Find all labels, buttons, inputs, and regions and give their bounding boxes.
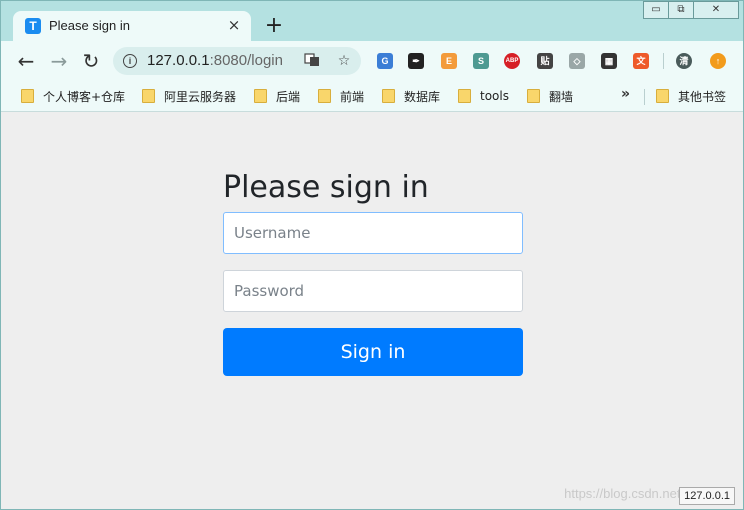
address-bar[interactable]: i 127.0.0.1:8080/login ☆	[113, 47, 361, 75]
tab-title: Please sign in	[49, 18, 130, 33]
page-content: Please sign in Sign in https://blog.csdn…	[1, 112, 743, 509]
bookmark-folder-aliyun[interactable]: 阿里云服务器	[142, 87, 236, 105]
folder-icon	[142, 89, 155, 103]
bookmark-folder-database[interactable]: 数据库	[382, 87, 440, 105]
tab-strip: T Please sign in × + ▭ ⧉ ✕	[1, 1, 743, 41]
translate-icon-svg	[304, 53, 319, 66]
adblock-plus-icon[interactable]: ABP	[504, 53, 520, 69]
bookmark-label: 前端	[340, 89, 365, 104]
tie-icon[interactable]: 贴	[537, 53, 553, 69]
qr-code-icon[interactable]: ▦	[601, 53, 617, 69]
folder-icon	[382, 89, 395, 103]
bookmark-label: 数据库	[404, 89, 441, 104]
folder-icon	[21, 89, 34, 103]
restore-button[interactable]: ⧉	[668, 1, 694, 19]
bookmark-folder-frontend[interactable]: 前端	[318, 87, 364, 105]
forward-button[interactable]: →	[48, 50, 70, 72]
bookmark-star-icon[interactable]: ☆	[335, 52, 353, 70]
bookmark-folder-other[interactable]: 其他书签	[656, 87, 726, 105]
minimize-button[interactable]: ▭	[643, 1, 669, 19]
folder-icon	[656, 89, 669, 103]
close-tab-icon[interactable]: ×	[225, 16, 243, 34]
translate-icon[interactable]	[303, 52, 321, 70]
close-window-button[interactable]: ✕	[693, 1, 739, 19]
google-translate-icon[interactable]: G	[377, 53, 393, 69]
folder-icon	[527, 89, 540, 103]
sign-in-form: Please sign in Sign in	[223, 168, 523, 376]
url-text[interactable]: 127.0.0.1:8080/login	[147, 52, 283, 69]
back-button[interactable]: ←	[15, 50, 37, 72]
url-host: 127.0.0.1	[147, 52, 210, 69]
bookmark-label: 其他书签	[678, 89, 727, 104]
sign-in-button[interactable]: Sign in	[223, 328, 523, 376]
bookmark-folder-vpn[interactable]: 翻墙	[527, 87, 573, 105]
info-icon[interactable]: i	[123, 54, 137, 68]
url-path: :8080/login	[209, 52, 283, 69]
browser-window: T Please sign in × + ▭ ⧉ ✕ ← → ↻ i 127.0…	[0, 0, 744, 510]
translate-zh-icon[interactable]: 文	[633, 53, 649, 69]
bookmark-folder-tools[interactable]: tools	[458, 87, 509, 105]
browser-toolbar: ← → ↻ i 127.0.0.1:8080/login ☆ G ✒ E S ABP 贴 ◇…	[1, 41, 743, 81]
s-icon[interactable]: S	[473, 53, 489, 69]
folder-icon	[318, 89, 331, 103]
bookmark-label: 阿里云服务器	[164, 89, 237, 104]
bookmarks-divider	[644, 89, 645, 105]
folder-icon	[458, 89, 471, 103]
bookmark-label: 后端	[276, 89, 301, 104]
tab-please-sign-in[interactable]: T Please sign in ×	[13, 11, 251, 41]
shield-icon[interactable]: ◇	[569, 53, 585, 69]
quill-icon[interactable]: ✒	[408, 53, 424, 69]
more-bookmarks-icon[interactable]: »	[621, 86, 630, 102]
bookmarks-bar: 个人博客+仓库 阿里云服务器 后端 前端 数据库 tools 翻墙 » 其他书签	[1, 81, 743, 112]
t-app-icon: T	[25, 18, 41, 34]
e-coin-icon[interactable]: E	[441, 53, 457, 69]
bookmark-label: 翻墙	[549, 89, 574, 104]
bookmark-label: 个人博客+仓库	[43, 89, 126, 104]
window-controls: ▭ ⧉ ✕	[643, 1, 739, 19]
bookmark-folder-blog[interactable]: 个人博客+仓库	[21, 87, 125, 105]
extensions-divider	[663, 53, 664, 69]
folder-icon	[254, 89, 267, 103]
status-bubble: 127.0.0.1	[679, 487, 735, 505]
update-icon[interactable]: ↑	[710, 53, 726, 69]
new-tab-button[interactable]: +	[263, 15, 285, 37]
username-input[interactable]	[223, 212, 523, 254]
profile-avatar-icon[interactable]: 清	[676, 53, 692, 69]
password-input[interactable]	[223, 270, 523, 312]
bookmark-folder-backend[interactable]: 后端	[254, 87, 300, 105]
page-title: Please sign in	[223, 170, 429, 205]
reload-button[interactable]: ↻	[80, 50, 102, 72]
bookmark-label: tools	[480, 89, 509, 103]
